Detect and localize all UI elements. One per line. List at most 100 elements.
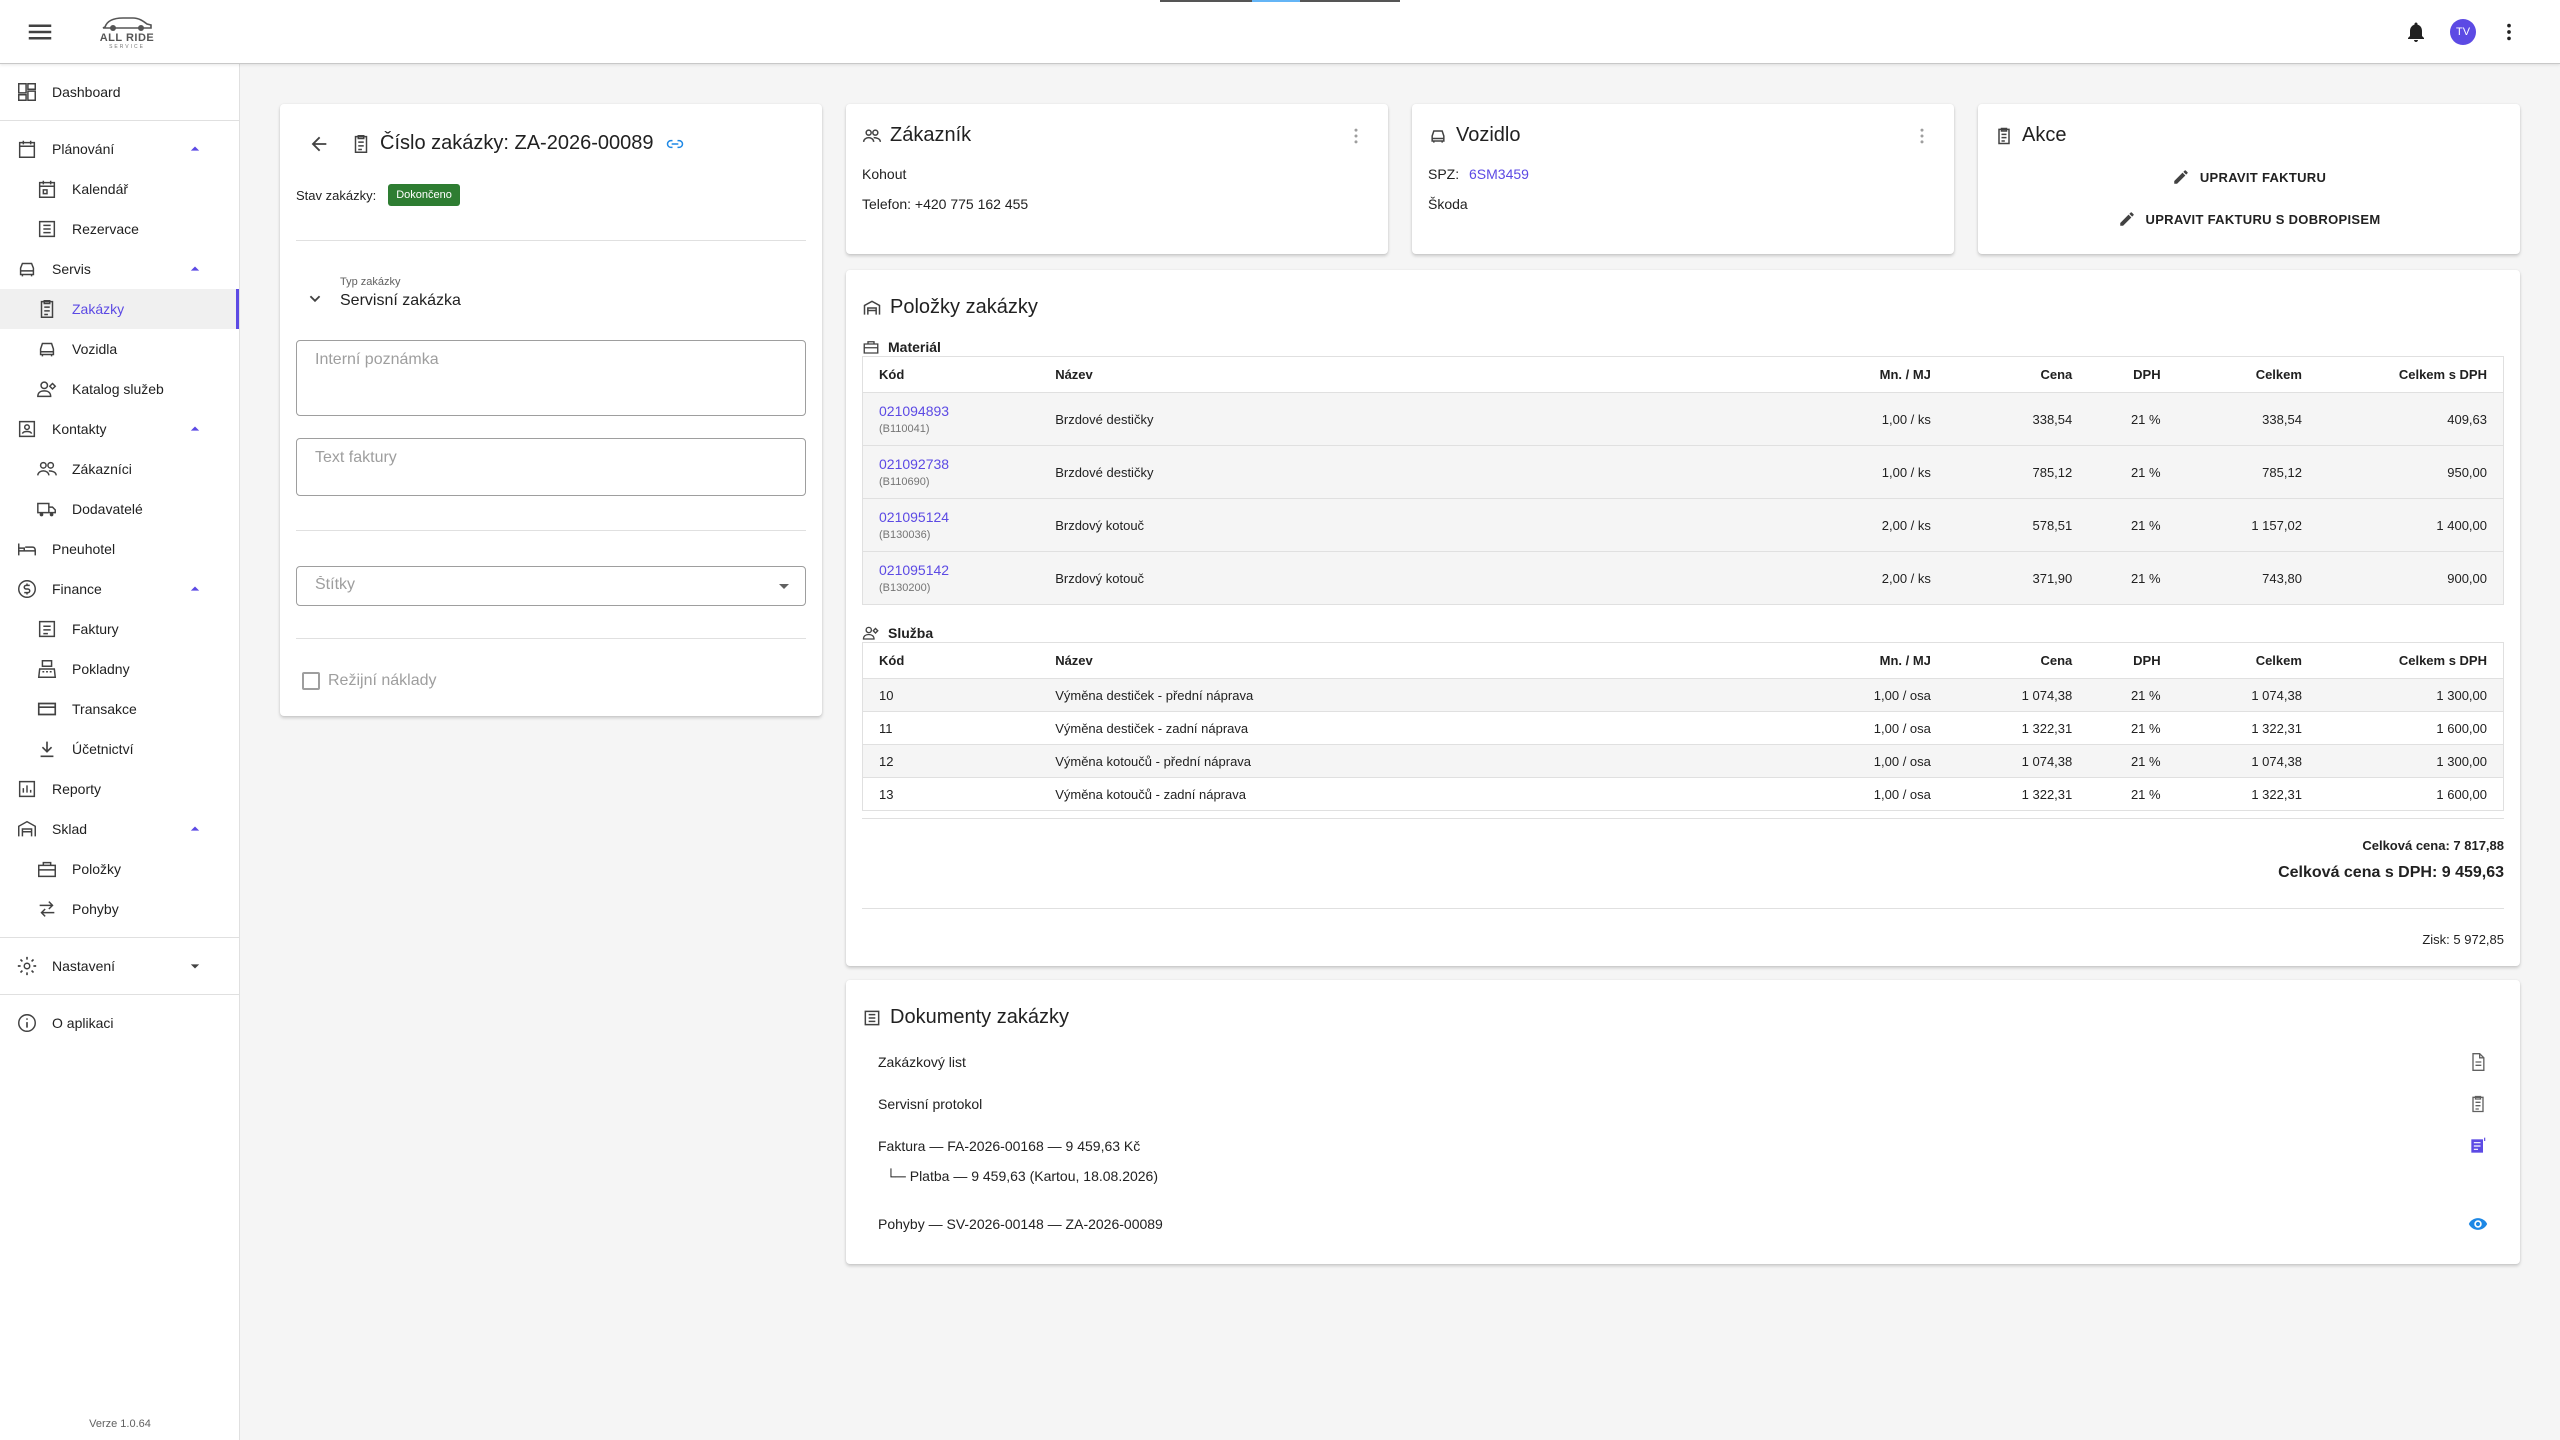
sidebar-item-planovani[interactable]: Plánování bbox=[0, 129, 239, 169]
chevron-up-icon[interactable] bbox=[185, 139, 205, 159]
sidebar-item-label: Reporty bbox=[52, 781, 102, 797]
sidebar-item-sklad[interactable]: Sklad bbox=[0, 809, 239, 849]
sidebar-item-polozky[interactable]: Položky bbox=[0, 849, 239, 889]
item-vat: 21 % bbox=[2088, 498, 2177, 552]
doc-order-sheet[interactable]: Zakázkový list bbox=[878, 1052, 2488, 1072]
overhead-checkbox[interactable] bbox=[302, 672, 320, 690]
item-code-link[interactable]: 021095124 bbox=[879, 509, 1023, 525]
chevron-up-icon[interactable] bbox=[185, 819, 205, 839]
sidebar-item-o-aplikaci[interactable]: O aplikaci bbox=[0, 1003, 239, 1043]
edit-invoice-button[interactable]: UPRAVIT FAKTURU bbox=[1978, 168, 2520, 186]
engineering-icon bbox=[862, 624, 880, 642]
more-vert-icon[interactable] bbox=[2498, 21, 2520, 43]
order-items-card: Položky zakázky Materiál Kód Název Mn. /… bbox=[846, 270, 2520, 966]
material-table: Kód Název Mn. / MJ Cena DPH Celkem Celke… bbox=[862, 356, 2504, 605]
more-vert-icon[interactable] bbox=[1912, 126, 1932, 146]
col-name: Název bbox=[1039, 642, 1791, 679]
vehicle-spz-row: SPZ: 6SM3459 bbox=[1428, 166, 1529, 182]
dropdown-arrow-icon[interactable] bbox=[779, 581, 789, 591]
service-section-label: Služba bbox=[862, 624, 933, 642]
sidebar-item-reporty[interactable]: Reporty bbox=[0, 769, 239, 809]
car-icon bbox=[36, 338, 58, 360]
doc-service-protocol[interactable]: Servisní protokol bbox=[878, 1094, 2488, 1114]
clipboard-icon[interactable] bbox=[2468, 1094, 2488, 1114]
sidebar-item-transakce[interactable]: Transakce bbox=[0, 689, 239, 729]
table-row: 13 Výměna kotoučů - zadní náprava 1,00 /… bbox=[862, 777, 2504, 811]
sidebar: Dashboard Plánování Kalendář Rezervace S… bbox=[0, 64, 240, 1440]
chevron-down-icon[interactable] bbox=[185, 956, 205, 976]
sidebar-item-ucetnictvi[interactable]: Účetnictví bbox=[0, 729, 239, 769]
spz-link[interactable]: 6SM3459 bbox=[1469, 166, 1529, 182]
service-vat: 21 % bbox=[2088, 777, 2177, 811]
sidebar-item-kontakty[interactable]: Kontakty bbox=[0, 409, 239, 449]
eye-icon[interactable] bbox=[2468, 1214, 2488, 1234]
logo[interactable]: ALL RIDE SERVICE bbox=[93, 13, 161, 50]
service-total: 1 322,31 bbox=[2176, 711, 2318, 745]
invoice-text-field[interactable] bbox=[296, 438, 806, 496]
edit-invoice-credit-button[interactable]: UPRAVIT FAKTURU S DOBROPISEM bbox=[1978, 210, 2520, 228]
more-vert-icon[interactable] bbox=[1346, 126, 1366, 146]
sidebar-item-faktury[interactable]: Faktury bbox=[0, 609, 239, 649]
order-type-select[interactable]: Typ zakázky Servisní zakázka bbox=[304, 276, 461, 310]
sidebar-item-rezervace[interactable]: Rezervace bbox=[0, 209, 239, 249]
customer-card: Zákazník Kohout Telefon: +420 775 162 45… bbox=[846, 104, 1388, 254]
tags-select[interactable] bbox=[296, 566, 806, 606]
actions-card: Akce UPRAVIT FAKTURU UPRAVIT FAKTURU S D… bbox=[1978, 104, 2520, 254]
link-icon[interactable] bbox=[665, 134, 685, 154]
bell-icon[interactable] bbox=[2404, 20, 2428, 44]
download-icon bbox=[36, 738, 58, 760]
tags-input[interactable] bbox=[315, 576, 787, 594]
service-code: 12 bbox=[862, 744, 1040, 778]
doc-invoice-label: Faktura — FA-2026-00168 — 9 459,63 Kč bbox=[878, 1138, 1141, 1154]
internal-note-input[interactable] bbox=[315, 351, 787, 369]
doc-payment: └─ Platba — 9 459,63 (Kartou, 18.08.2026… bbox=[886, 1168, 1159, 1184]
status-badge: Dokončeno bbox=[388, 184, 460, 206]
sidebar-item-finance[interactable]: Finance bbox=[0, 569, 239, 609]
engineering-icon bbox=[36, 378, 58, 400]
chevron-up-icon[interactable] bbox=[185, 579, 205, 599]
sidebar-item-zakaznici[interactable]: Zákazníci bbox=[0, 449, 239, 489]
status-label: Stav zakázky: bbox=[296, 187, 377, 203]
overhead-checkbox-row[interactable]: Režijní náklady bbox=[302, 672, 437, 690]
internal-note-field[interactable] bbox=[296, 340, 806, 416]
chevron-up-icon[interactable] bbox=[185, 259, 205, 279]
menu-icon[interactable] bbox=[25, 17, 55, 47]
sidebar-item-pokladny[interactable]: Pokladny bbox=[0, 649, 239, 689]
doc-movements[interactable]: Pohyby — SV-2026-00148 — ZA-2026-00089 bbox=[878, 1216, 2488, 1232]
logo-subtext: SERVICE bbox=[109, 44, 145, 50]
truck-icon bbox=[36, 498, 58, 520]
customer-name-link[interactable]: Kohout bbox=[862, 166, 906, 182]
sidebar-item-dodavatele[interactable]: Dodavatelé bbox=[0, 489, 239, 529]
invoice-text-input[interactable] bbox=[315, 449, 787, 467]
sidebar-item-nastaveni[interactable]: Nastavení bbox=[0, 946, 239, 986]
sidebar-item-dashboard[interactable]: Dashboard bbox=[0, 72, 239, 112]
sidebar-item-pneuhotel[interactable]: Pneuhotel bbox=[0, 529, 239, 569]
clipboard-icon bbox=[36, 298, 58, 320]
item-vat: 21 % bbox=[2088, 445, 2177, 499]
inventory-icon bbox=[36, 858, 58, 880]
arrow-back-icon[interactable] bbox=[308, 133, 330, 155]
sidebar-item-pohyby[interactable]: Pohyby bbox=[0, 889, 239, 929]
chevron-up-icon[interactable] bbox=[185, 419, 205, 439]
document-icon[interactable] bbox=[2468, 1052, 2488, 1072]
avatar[interactable]: TV bbox=[2450, 18, 2476, 45]
sidebar-item-label: O aplikaci bbox=[52, 1015, 114, 1031]
item-code-link[interactable]: 021095142 bbox=[879, 562, 1023, 578]
chevron-down-icon[interactable] bbox=[304, 288, 326, 310]
sidebar-item-servis[interactable]: Servis bbox=[0, 249, 239, 289]
invoice-icon[interactable] bbox=[2468, 1136, 2488, 1156]
item-code-link[interactable]: 021092738 bbox=[879, 456, 1023, 472]
sidebar-item-vozidla[interactable]: Vozidla bbox=[0, 329, 239, 369]
item-code-link[interactable]: 021094893 bbox=[879, 403, 1023, 419]
divider bbox=[0, 994, 239, 995]
sidebar-item-kalendar[interactable]: Kalendář bbox=[0, 169, 239, 209]
item-total-vat: 1 400,00 bbox=[2317, 498, 2504, 552]
col-total-vat: Celkem s DPH bbox=[2317, 356, 2504, 393]
doc-movements-label: Pohyby — SV-2026-00148 — ZA-2026-00089 bbox=[878, 1216, 1163, 1232]
sidebar-item-katalog[interactable]: Katalog služeb bbox=[0, 369, 239, 409]
sidebar-item-zakazky[interactable]: Zakázky bbox=[0, 289, 239, 329]
service-qty: 1,00 / osa bbox=[1790, 777, 1947, 811]
divider bbox=[296, 638, 806, 639]
doc-invoice[interactable]: Faktura — FA-2026-00168 — 9 459,63 Kč bbox=[878, 1136, 2488, 1156]
col-price: Cena bbox=[1946, 642, 2089, 679]
